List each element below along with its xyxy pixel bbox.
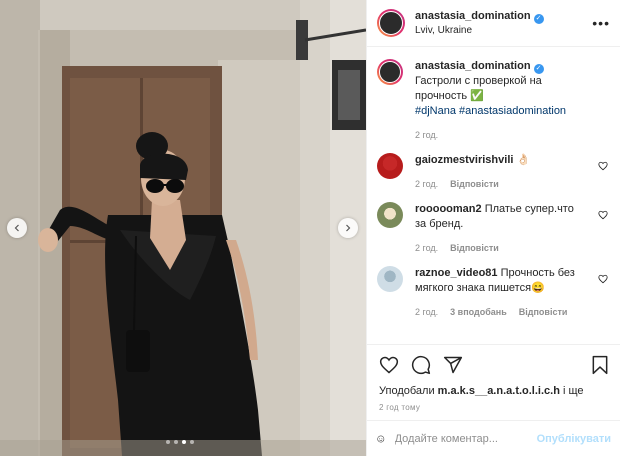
post-sidebar: anastasia_domination ✓ Lviv, Ukraine ••• … (366, 0, 620, 456)
liked-by-user[interactable]: m.a.k.s__a.n.a.t.o.l.i.c.h (438, 385, 560, 397)
bookmark-icon[interactable] (591, 355, 609, 375)
next-slide-button[interactable] (338, 218, 358, 238)
comment-avatar[interactable] (377, 153, 403, 179)
author-meta: anastasia_domination ✓ Lviv, Ukraine (415, 8, 592, 38)
verified-icon: ✓ (533, 64, 544, 74)
heart-icon[interactable] (598, 274, 608, 284)
chevron-right-icon (346, 224, 351, 232)
comment-row: raznoe_video81 Прочность без мягкого зна… (377, 266, 610, 320)
previous-slide-button[interactable] (7, 218, 27, 238)
slide-dot (190, 440, 194, 444)
post-media[interactable] (0, 0, 366, 456)
post-actions: Уподобали m.a.k.s__a.n.a.t.o.l.i.c.h і щ… (367, 344, 620, 412)
caption-text: Гастроли с проверкой на прочность ✅ (415, 75, 542, 102)
more-icon[interactable]: ••• (592, 15, 610, 31)
comment-username[interactable]: roooooman2 (415, 203, 482, 215)
reply-button[interactable]: Відповісти (450, 177, 499, 192)
publish-button[interactable]: Опублікувати (537, 433, 611, 445)
post-header: anastasia_domination ✓ Lviv, Ukraine ••• (367, 0, 620, 47)
caption-hashtags[interactable]: #djNana #anastasiadomination (415, 105, 566, 117)
reply-button[interactable]: Відповісти (519, 305, 568, 320)
slide-dot (166, 440, 170, 444)
verified-icon: ✓ (533, 14, 544, 24)
comment-row: roooooman2 Платье супер.что за бренд. 2 … (377, 202, 610, 256)
slide-indicator (166, 440, 194, 444)
slide-dot (174, 440, 178, 444)
share-icon[interactable] (443, 355, 463, 375)
post-location[interactable]: Lviv, Ukraine (415, 24, 592, 38)
caption: anastasia_domination ✓ Гастроли с проверк… (377, 59, 610, 143)
author-avatar[interactable] (377, 9, 405, 37)
slide-dot (182, 440, 186, 444)
reply-button[interactable]: Відповісти (450, 241, 499, 256)
comment-username[interactable]: gaiozmestvirishvili (415, 154, 513, 166)
heart-icon[interactable] (598, 161, 608, 171)
comment-avatar[interactable] (377, 266, 403, 292)
author-username[interactable]: anastasia_domination (415, 10, 531, 22)
caption-username[interactable]: anastasia_domination (415, 60, 531, 72)
comments-list: anastasia_domination ✓ Гастроли с проверк… (367, 47, 620, 344)
comment-text: 👌🏻 (516, 154, 531, 166)
liked-by: Уподобали m.a.k.s__a.n.a.t.o.l.i.c.h і щ… (379, 385, 584, 397)
caption-avatar[interactable] (377, 59, 403, 85)
comment-time[interactable]: 2 год. (415, 177, 438, 192)
comment-likes[interactable]: 3 вподобань (450, 305, 507, 320)
post-time[interactable]: 2 год тому (379, 403, 609, 412)
emoji-icon[interactable] (377, 430, 385, 448)
post-photo (0, 0, 366, 456)
comment-icon[interactable] (411, 355, 431, 375)
chevron-left-icon (14, 224, 19, 232)
caption-time[interactable]: 2 год. (415, 128, 438, 143)
comment-avatar[interactable] (377, 202, 403, 228)
comment-input[interactable] (394, 432, 537, 445)
heart-icon[interactable] (379, 355, 399, 375)
add-comment-bar: Опублікувати (367, 420, 620, 456)
comment-row: gaiozmestvirishvili 👌🏻 2 год. Відповісти (377, 153, 610, 192)
heart-icon[interactable] (598, 210, 608, 220)
comment-time[interactable]: 2 год. (415, 241, 438, 256)
comment-time[interactable]: 2 год. (415, 305, 438, 320)
post-container: anastasia_domination ✓ Lviv, Ukraine ••• … (0, 0, 620, 456)
comment-username[interactable]: raznoe_video81 (415, 267, 498, 279)
